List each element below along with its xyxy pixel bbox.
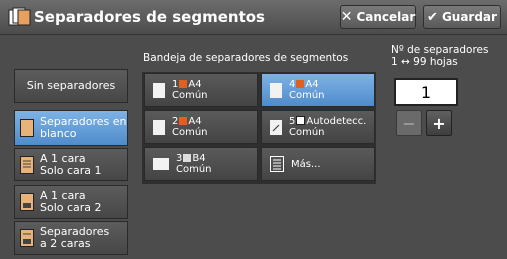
check-icon: ✔	[427, 9, 438, 25]
document-separator-icon	[8, 7, 31, 26]
tray-2-button[interactable]: 2 A4 Común	[144, 110, 258, 144]
option-one-sided-side1[interactable]: A 1 cara Solo cara 1	[14, 148, 128, 181]
decrement-button[interactable]: −	[396, 110, 422, 136]
tray-size: Autodetecc.	[306, 116, 367, 127]
two-sided-icon	[20, 229, 34, 247]
option-label-line2: a 2 caras	[40, 237, 91, 250]
tray-icon	[179, 117, 188, 125]
tray-size: B4	[192, 153, 206, 164]
separator-count-field[interactable]: 1	[394, 78, 458, 106]
tray-size: A4	[188, 116, 202, 127]
increment-button[interactable]: +	[426, 110, 452, 136]
cancel-button[interactable]: ✕ Cancelar	[340, 5, 416, 29]
tray-icon	[296, 80, 305, 88]
bypass-paper-icon	[270, 119, 282, 135]
close-icon: ✕	[340, 9, 353, 25]
paper-icon	[153, 82, 165, 98]
paper-landscape-icon	[153, 158, 169, 170]
blank-sheet-icon	[20, 119, 34, 137]
save-button[interactable]: ✔ Guardar	[423, 5, 501, 29]
tray-4-button[interactable]: 4 A4 Común	[261, 73, 375, 107]
more-trays-button[interactable]: Más...	[261, 147, 375, 181]
option-label-line2: Solo cara 1	[40, 163, 102, 177]
option-one-sided-side2[interactable]: A 1 cara Solo cara 2	[14, 185, 128, 219]
option-two-sided[interactable]: Separadores a 2 caras	[14, 221, 128, 255]
tray-type: Común	[172, 127, 208, 138]
cancel-label: Cancelar	[356, 10, 416, 24]
title-bar: Separadores de segmentos ✕ Cancelar ✔ Gu…	[0, 0, 507, 35]
tray-1-button[interactable]: 1 A4 Común	[144, 73, 258, 107]
page-title: Separadores de segmentos	[34, 8, 265, 26]
option-label: Sin separadores	[26, 79, 116, 92]
one-sided-side1-icon	[20, 155, 34, 174]
tray-3-button[interactable]: 3 B4 Común	[144, 147, 258, 181]
tray-type: Común	[176, 164, 212, 175]
tray-type: Común	[289, 127, 325, 138]
tray-size: A4	[188, 79, 202, 90]
paper-icon	[270, 82, 282, 98]
tray-type: Común	[172, 90, 208, 101]
tray-number: 3	[176, 153, 183, 164]
option-no-separators[interactable]: Sin separadores	[14, 69, 128, 103]
paper-icon	[153, 119, 165, 135]
tray-section-label: Bandeja de separadores de segmentos	[143, 52, 349, 64]
list-icon	[270, 156, 284, 172]
counter-label: Nº de separadores	[391, 44, 489, 56]
tray-size: A4	[305, 79, 319, 90]
counter-range: 1 ↔ 99 hojas	[391, 56, 458, 68]
bypass-tray-icon	[296, 116, 306, 125]
option-blank-separators[interactable]: Separadores en blanco	[14, 110, 128, 146]
option-label-line2: blanco	[40, 127, 77, 140]
tray-5-button[interactable]: 5 Autodetecc. Común	[261, 110, 375, 144]
tray-number: 5	[289, 116, 296, 127]
more-label: Más...	[291, 158, 321, 170]
save-label: Guardar	[441, 10, 497, 24]
tray-number: 2	[172, 116, 179, 127]
one-sided-side2-icon	[20, 193, 34, 211]
option-label-line2: Solo cara 2	[40, 201, 102, 214]
tray-number: 1	[172, 79, 179, 90]
tray-icon	[183, 154, 192, 162]
tray-type: Común	[289, 90, 325, 101]
tray-icon	[179, 80, 188, 88]
tray-number: 4	[289, 79, 296, 90]
